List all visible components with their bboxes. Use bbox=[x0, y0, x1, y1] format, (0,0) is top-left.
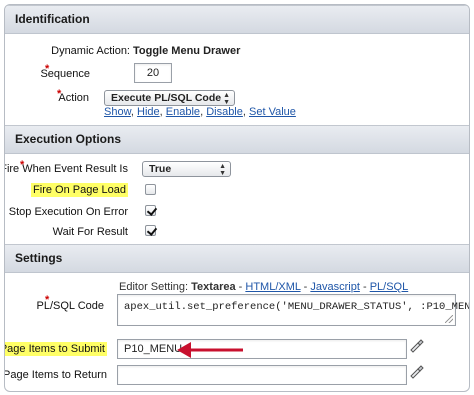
action-select[interactable]: Execute PL/SQL Code ▲ ▼ bbox=[104, 90, 235, 106]
plsql-code-textarea[interactable]: apex_util.set_preference('MENU_DRAWER_ST… bbox=[117, 294, 469, 326]
fire-when-select-value: True bbox=[149, 163, 172, 175]
action-label: Action bbox=[58, 92, 89, 104]
fire-when-select[interactable]: True ▲ ▼ bbox=[142, 161, 231, 177]
action-link-enable[interactable]: Enable bbox=[166, 106, 200, 118]
execution-options-header[interactable]: Execution Options bbox=[5, 125, 469, 154]
dynamic-action-value: Toggle Menu Drawer bbox=[133, 45, 241, 57]
items-to-submit-label: Page Items to Submit bbox=[5, 342, 107, 356]
editor-setting-row: Editor Setting: Textarea - HTML/XML - Ja… bbox=[119, 281, 409, 293]
items-to-submit-input[interactable]: P10_MENU bbox=[117, 339, 407, 359]
editor-setting-label: Editor Setting: bbox=[119, 281, 189, 293]
editor-setting-value: Textarea bbox=[191, 281, 236, 293]
settings-header[interactable]: Settings bbox=[5, 244, 469, 273]
red-arrow-icon bbox=[177, 342, 243, 358]
flashlight-icon[interactable] bbox=[409, 364, 425, 380]
fire-when-label: Fire When Event Result Is bbox=[4, 163, 128, 175]
action-link-set-value[interactable]: Set Value bbox=[249, 106, 296, 118]
action-select-value: Execute PL/SQL Code bbox=[111, 92, 222, 104]
action-quick-links: Show, Hide, Enable, Disable, Set Value bbox=[104, 106, 296, 118]
select-arrows-icon: ▲ ▼ bbox=[219, 163, 226, 177]
resize-grip-icon[interactable] bbox=[445, 315, 453, 323]
sequence-label: Sequence bbox=[40, 68, 90, 80]
wait-for-result-checkbox[interactable] bbox=[145, 225, 156, 236]
items-to-return-label: Page Items to Return bbox=[4, 369, 107, 381]
editor-link-html[interactable]: HTML/XML bbox=[245, 281, 300, 293]
editor-link-javascript[interactable]: Javascript bbox=[310, 281, 360, 293]
editor-link-plsql[interactable]: PL/SQL bbox=[370, 281, 409, 293]
fire-on-page-load-checkbox[interactable] bbox=[145, 184, 156, 195]
stop-execution-label: Stop Execution On Error bbox=[8, 206, 128, 218]
dynamic-action-form: Identification Dynamic Action: Toggle Me… bbox=[4, 4, 470, 392]
flashlight-icon[interactable] bbox=[409, 338, 425, 354]
stop-execution-checkbox[interactable] bbox=[145, 205, 156, 216]
action-link-hide[interactable]: Hide bbox=[137, 106, 160, 118]
fire-on-page-load-label: Fire On Page Load bbox=[31, 183, 128, 197]
select-arrows-icon: ▲ ▼ bbox=[223, 92, 230, 106]
action-link-show[interactable]: Show bbox=[104, 106, 131, 118]
sequence-input[interactable]: 20 bbox=[134, 63, 172, 83]
action-link-disable[interactable]: Disable bbox=[206, 106, 243, 118]
dynamic-action-label: Dynamic Action: bbox=[51, 45, 130, 57]
plsql-code-text: apex_util.set_preference('MENU_DRAWER_ST… bbox=[124, 301, 470, 313]
identification-header[interactable]: Identification bbox=[5, 5, 469, 34]
plsql-code-label: PL/SQL Code bbox=[36, 300, 104, 312]
items-to-return-input[interactable] bbox=[117, 365, 407, 385]
wait-for-result-label: Wait For Result bbox=[52, 226, 128, 238]
